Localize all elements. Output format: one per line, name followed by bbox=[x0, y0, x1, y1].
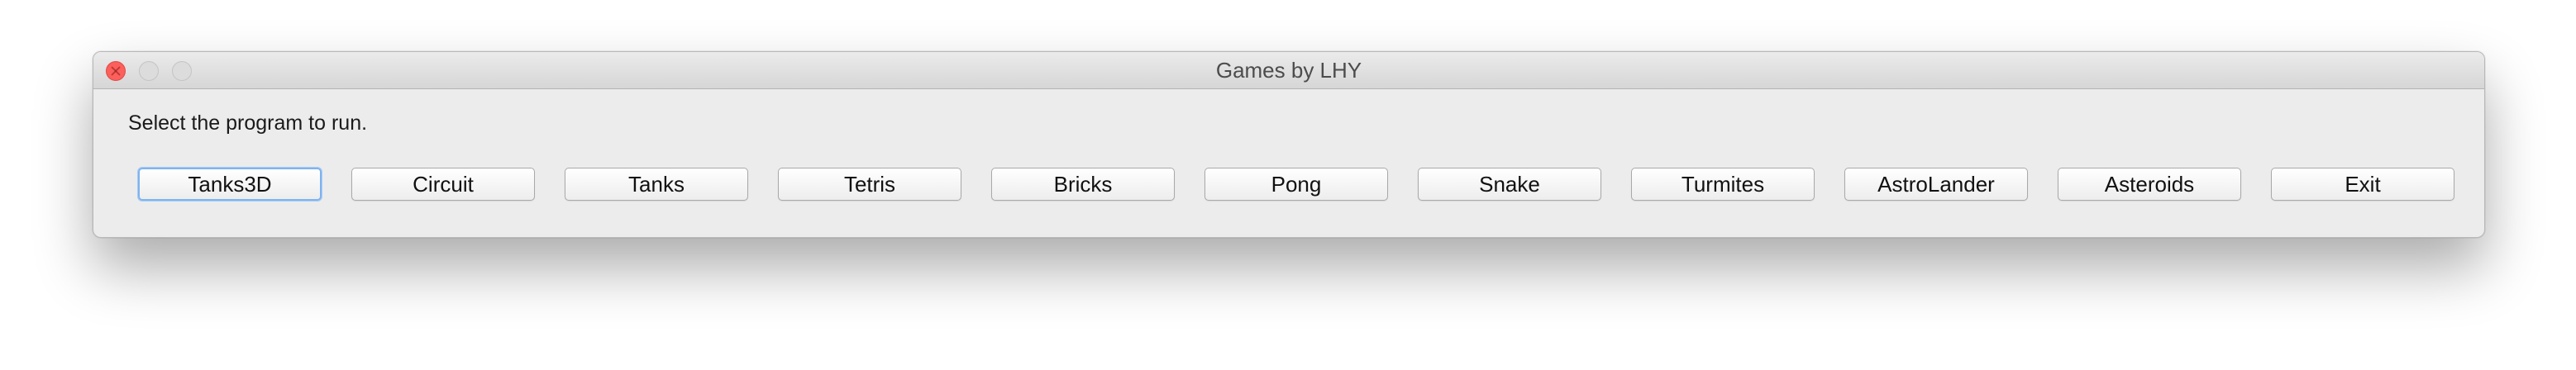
tetris-button[interactable]: Tetris bbox=[778, 168, 961, 201]
window-title: Games by LHY bbox=[1215, 58, 1362, 83]
astrolander-button[interactable]: AstroLander bbox=[1844, 168, 2028, 201]
circuit-button[interactable]: Circuit bbox=[351, 168, 535, 201]
exit-button[interactable]: Exit bbox=[2271, 168, 2454, 201]
snake-button[interactable]: Snake bbox=[1418, 168, 1601, 201]
app-window: Games by LHY Select the program to run. … bbox=[93, 51, 2485, 238]
tanks3d-button[interactable]: Tanks3D bbox=[138, 168, 322, 201]
turmites-button[interactable]: Turmites bbox=[1631, 168, 1815, 201]
tanks-button[interactable]: Tanks bbox=[565, 168, 748, 201]
asteroids-button[interactable]: Asteroids bbox=[2058, 168, 2241, 201]
prompt-label: Select the program to run. bbox=[128, 111, 368, 135]
bricks-button[interactable]: Bricks bbox=[991, 168, 1175, 201]
pong-button[interactable]: Pong bbox=[1205, 168, 1388, 201]
title-bar[interactable]: Games by LHY bbox=[93, 52, 2484, 89]
